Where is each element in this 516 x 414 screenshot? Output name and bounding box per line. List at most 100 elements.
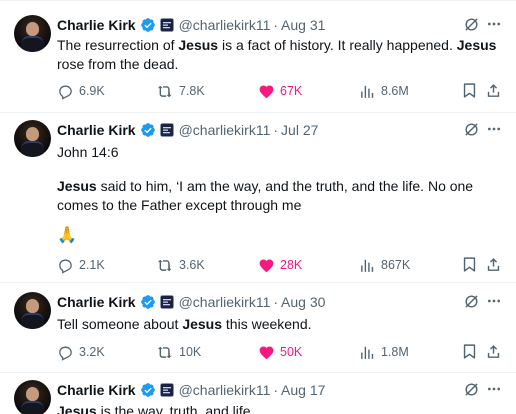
tweet-date[interactable]: Aug 17 [281,382,325,398]
tweet-text-segment: The resurrection of [57,37,179,53]
tweet-text-bold: Jesus [178,37,219,53]
share-icon[interactable] [485,343,502,360]
author-name[interactable]: Charlie Kirk [57,122,136,138]
repost-button[interactable]: 10K [157,342,201,362]
timeline-feed: Charlie Kirk @charliekirk11 · Aug 31 The… [0,0,516,414]
tweet-header: Charlie Kirk @charliekirk11 · Aug 17 [57,380,325,400]
verified-badge-icon [140,18,155,32]
verified-badge-icon [140,383,155,397]
tweet-header: Charlie Kirk @charliekirk11 · Jul 27 [57,120,318,140]
bookmark-icon[interactable] [461,343,478,360]
grok-icon[interactable] [463,381,480,398]
reply-button[interactable]: 2.1K [57,255,105,275]
tweet-4[interactable]: Charlie Kirk @charliekirk11 · Aug 17 Jes… [0,372,516,414]
tweet-text-bold: Jesus [57,178,97,194]
bookmark-icon[interactable] [461,82,478,99]
more-icon[interactable] [486,121,502,137]
more-icon[interactable] [486,381,502,397]
reply-button[interactable]: 6.9K [57,81,105,101]
tweet-date[interactable]: Aug 31 [281,17,325,33]
reply-count: 6.9K [79,84,105,98]
views-icon [361,259,374,272]
avatar[interactable] [14,120,51,157]
repost-icon [157,259,172,271]
affiliate-badge-icon[interactable] [159,123,174,137]
tweet-actions: 2.1K 3.6K 28K 867K [57,255,505,275]
reply-icon [59,85,72,100]
tweet-text: Jesus is the way, truth, and life [57,402,505,414]
like-count: 67K [280,84,303,98]
avatar[interactable] [14,292,51,329]
tweet-3[interactable]: Charlie Kirk @charliekirk11 · Aug 30 Tel… [0,282,516,372]
author-name[interactable]: Charlie Kirk [57,17,136,33]
views-icon [361,346,374,359]
like-button[interactable]: 50K [258,342,302,362]
like-button[interactable]: 28K [258,255,302,275]
more-icon[interactable] [486,293,502,309]
author-handle[interactable]: @charliekirk11 [179,17,271,33]
tweet-text-segment: is the way, truth, and life [96,403,251,414]
dot-separator: · [273,17,279,33]
like-button[interactable]: 67K [258,81,302,101]
view-count: 867K [381,258,411,272]
dot-separator: · [273,122,279,138]
tweet-header: Charlie Kirk @charliekirk11 · Aug 31 [57,15,325,35]
repost-button[interactable]: 3.6K [157,255,205,275]
prayer-emoji: 🙏 [57,227,77,244]
tweet-text-bold: Jesus [182,316,223,332]
bookmark-icon[interactable] [461,256,478,273]
author-name[interactable]: Charlie Kirk [57,294,136,310]
repost-count: 7.8K [179,84,205,98]
tweet-actions: 6.9K 7.8K 67K 8.6M [57,81,505,101]
author-handle[interactable]: @charliekirk11 [179,294,271,310]
repost-icon [157,346,172,358]
more-icon[interactable] [486,16,502,32]
avatar[interactable] [14,380,51,414]
tweet-2[interactable]: Charlie Kirk @charliekirk11 · Jul 27 Joh… [0,112,516,282]
tweet-text-segment: Tell someone about [57,316,183,332]
tweet-date[interactable]: Jul 27 [281,122,318,138]
affiliate-badge-icon[interactable] [159,383,174,397]
views-button[interactable]: 8.6M [359,81,409,101]
reply-icon [59,259,72,274]
tweet-text-segment: rose from the dead. [57,56,179,72]
tweet-date[interactable]: Aug 30 [281,294,325,310]
tweet-text-bold: Jesus [456,37,497,53]
share-icon[interactable] [485,256,502,273]
author-handle[interactable]: @charliekirk11 [179,382,271,398]
author-handle[interactable]: @charliekirk11 [179,122,271,138]
views-icon [361,85,374,98]
view-count: 8.6M [381,84,409,98]
views-button[interactable]: 867K [359,255,410,275]
grok-icon[interactable] [463,16,480,33]
heart-icon [259,259,274,272]
tweet-header: Charlie Kirk @charliekirk11 · Aug 30 [57,292,325,312]
affiliate-badge-icon[interactable] [159,18,174,32]
dot-separator: · [273,294,279,310]
repost-button[interactable]: 7.8K [157,81,205,101]
reply-count: 2.1K [79,258,105,272]
tweet-actions: 3.2K 10K 50K 1.8M [57,342,505,362]
heart-icon [259,346,274,359]
tweet-text: Jesus said to him, ‘I am the way, and th… [57,177,505,215]
grok-icon[interactable] [463,121,480,138]
reply-button[interactable]: 3.2K [57,342,105,362]
grok-icon[interactable] [463,293,480,310]
share-icon[interactable] [485,82,502,99]
reply-count: 3.2K [79,345,105,359]
dot-separator: · [273,382,279,398]
tweet-text: Tell someone about Jesus this weekend. [57,315,505,334]
tweet-text-segment: said to him, ‘I am the way, and the trut… [57,178,474,213]
affiliate-badge-icon[interactable] [159,295,174,309]
repost-count: 10K [179,345,202,359]
reply-icon [59,346,72,361]
tweet-text-line: John 14:6 [57,144,119,160]
tweet-1[interactable]: Charlie Kirk @charliekirk11 · Aug 31 The… [0,0,516,112]
author-name[interactable]: Charlie Kirk [57,382,136,398]
tweet-text: The resurrection of Jesus is a fact of h… [57,36,505,74]
repost-count: 3.6K [179,258,205,272]
tweet-text-segment: this weekend. [222,316,312,332]
heart-icon [259,85,274,98]
avatar[interactable] [14,15,51,52]
views-button[interactable]: 1.8M [359,342,409,362]
